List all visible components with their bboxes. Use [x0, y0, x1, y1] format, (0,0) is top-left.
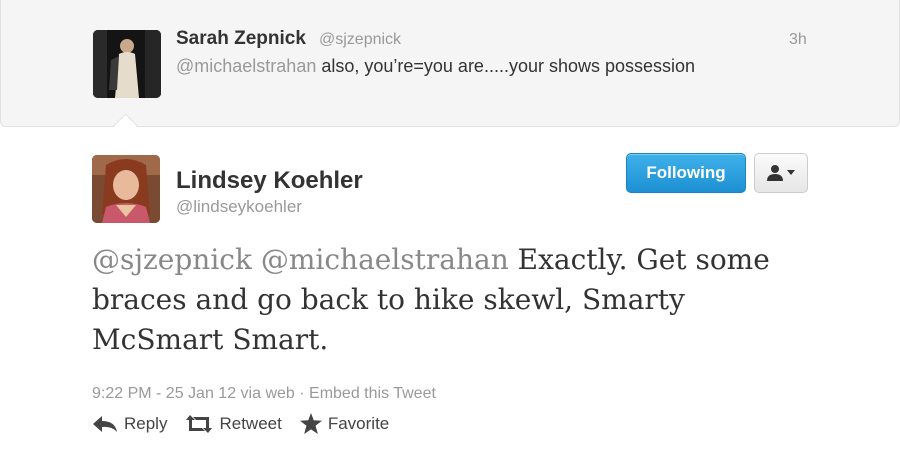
- tweet-author-handle[interactable]: @lindseykoehler: [176, 197, 302, 217]
- reply-label: Reply: [124, 413, 168, 433]
- tweet-metadata: 9:22 PM - 25 Jan 12 via web · Embed this…: [92, 385, 436, 403]
- sarah-avatar[interactable]: [93, 30, 161, 98]
- reply-timestamp[interactable]: 3h: [789, 31, 807, 49]
- mention-link[interactable]: @michaelstrahan: [261, 243, 509, 276]
- retweet-icon: [186, 414, 213, 433]
- embed-tweet-link[interactable]: Embed this Tweet: [309, 385, 436, 402]
- reply-icon: [93, 415, 117, 432]
- in-reply-to-tweet: Sarah Zepnick @sjzepnick 3h @michaelstra…: [0, 0, 900, 127]
- tweet-source[interactable]: via web: [241, 385, 295, 402]
- reply-author-handle[interactable]: @sjzepnick: [319, 31, 401, 49]
- reply-mention-link[interactable]: @michaelstrahan: [176, 56, 316, 76]
- chevron-down-icon: [787, 170, 795, 175]
- user-dropdown-icon: [767, 165, 783, 181]
- star-icon: [299, 413, 322, 434]
- following-button[interactable]: Following: [626, 153, 746, 193]
- tweet-author-name[interactable]: Lindsey Koehler: [176, 167, 363, 195]
- reply-body: also, you’re=you are.....your shows poss…: [316, 56, 696, 76]
- tweet-text: @sjzepnick @michaelstrahan Exactly. Get …: [92, 240, 812, 360]
- favorite-button[interactable]: Favorite: [299, 413, 390, 434]
- retweet-button[interactable]: Retweet: [185, 413, 282, 434]
- mention-link[interactable]: @sjzepnick: [92, 243, 252, 276]
- lindsey-avatar[interactable]: [92, 155, 160, 223]
- retweet-label: Retweet: [219, 413, 282, 433]
- reply-author-name[interactable]: Sarah Zepnick: [176, 28, 306, 50]
- user-photo-icon: [92, 155, 160, 223]
- reply-tweet-text: @michaelstrahan also, you’re=you are....…: [176, 56, 695, 77]
- tweet-timestamp[interactable]: 9:22 PM - 25 Jan 12: [92, 385, 236, 402]
- user-actions-button[interactable]: [754, 153, 808, 193]
- reply-button[interactable]: Reply: [92, 414, 167, 434]
- meta-separator: ·: [299, 385, 305, 402]
- user-photo-icon: [93, 30, 161, 98]
- favorite-label: Favorite: [327, 413, 390, 433]
- tweet-actions: Reply Retweet Favorite: [92, 413, 407, 434]
